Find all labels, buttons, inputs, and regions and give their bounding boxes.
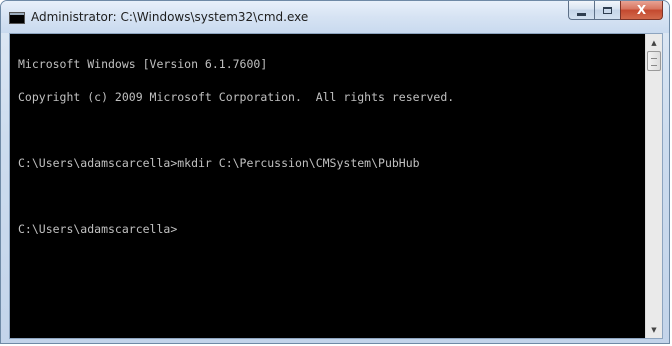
maximize-icon — [603, 6, 612, 14]
console-line: C:\Users\adamscarcella>mkdir C:\Percussi… — [18, 156, 420, 170]
console-line: Microsoft Windows [Version 6.1.7600] — [18, 57, 268, 71]
window-title: Administrator: C:\Windows\system32\cmd.e… — [31, 10, 309, 24]
vertical-scrollbar[interactable]: ▲ ▼ — [645, 34, 662, 338]
console-icon[interactable] — [9, 12, 25, 24]
chevron-down-icon: ▼ — [651, 325, 657, 334]
console-line: Copyright (c) 2009 Microsoft Corporation… — [18, 90, 455, 104]
console-frame: Microsoft Windows [Version 6.1.7600] Cop… — [9, 33, 663, 339]
scroll-down-button[interactable]: ▼ — [646, 321, 662, 338]
minimize-button[interactable] — [568, 1, 594, 20]
minimize-icon — [577, 12, 586, 16]
caption-buttons: X — [568, 1, 663, 21]
scroll-thumb[interactable] — [647, 51, 661, 71]
title-bar[interactable]: Administrator: C:\Windows\system32\cmd.e… — [1, 1, 669, 33]
cmd-window: Administrator: C:\Windows\system32\cmd.e… — [0, 0, 670, 344]
close-icon: X — [636, 3, 647, 17]
console-output[interactable]: Microsoft Windows [Version 6.1.7600] Cop… — [10, 34, 646, 338]
maximize-button[interactable] — [594, 1, 620, 20]
chevron-up-icon: ▲ — [651, 38, 657, 47]
console-line: C:\Users\adamscarcella> — [18, 222, 178, 236]
scroll-up-button[interactable]: ▲ — [646, 34, 662, 51]
close-button[interactable]: X — [620, 1, 663, 20]
